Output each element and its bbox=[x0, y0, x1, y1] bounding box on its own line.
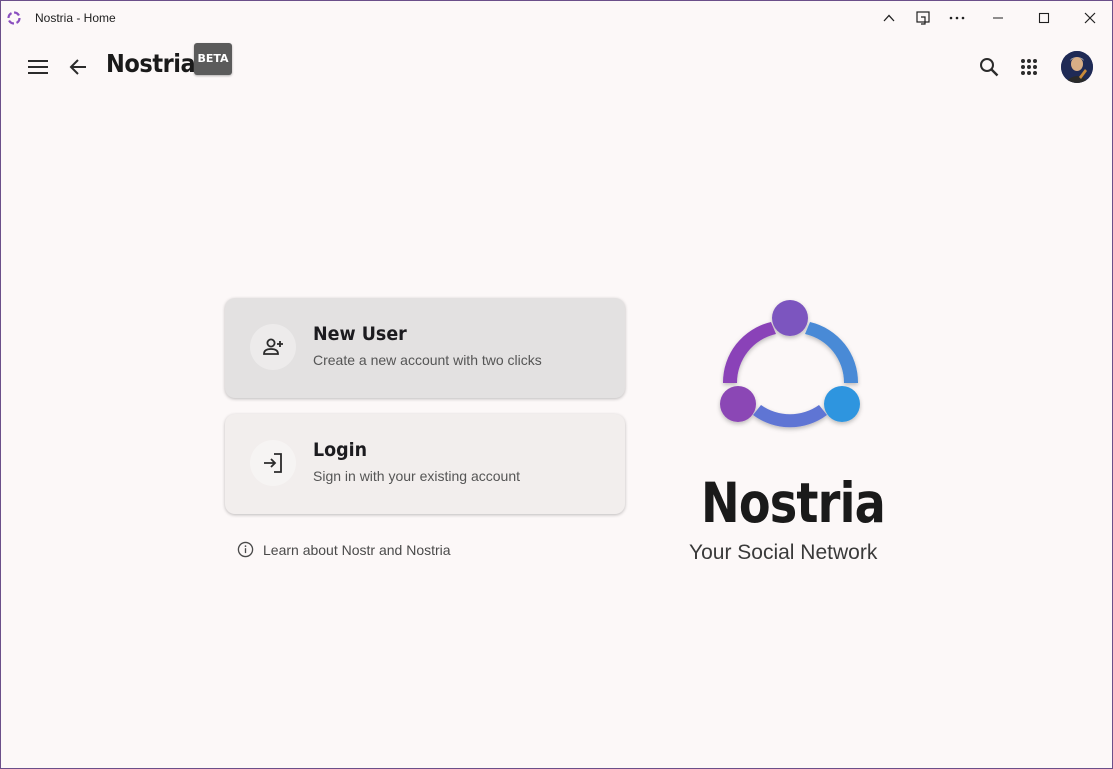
apps-grid-icon[interactable] bbox=[1009, 47, 1049, 87]
person-add-icon bbox=[250, 324, 296, 370]
beta-badge: BETA bbox=[194, 43, 232, 75]
maximize-icon[interactable] bbox=[1021, 1, 1067, 35]
learn-about-link[interactable]: Learn about Nostr and Nostria bbox=[237, 541, 451, 558]
hero-tagline: Your Social Network bbox=[689, 541, 878, 564]
new-user-subtitle: Create a new account with two clicks bbox=[313, 352, 542, 368]
login-card[interactable]: Login Sign in with your existing account bbox=[225, 414, 625, 514]
brand-title[interactable]: Nostria bbox=[106, 49, 196, 78]
back-arrow-icon[interactable] bbox=[58, 47, 98, 87]
app-window: Nostria - Home Nostria BETA New User Cre… bbox=[0, 0, 1113, 769]
window-title: Nostria - Home bbox=[35, 11, 116, 25]
app-icon bbox=[7, 11, 21, 25]
search-icon[interactable] bbox=[969, 47, 1009, 87]
title-bar: Nostria - Home bbox=[1, 1, 1112, 35]
login-title: Login bbox=[313, 439, 368, 461]
hero-brand-name: Nostria bbox=[701, 471, 886, 535]
info-icon bbox=[237, 541, 254, 558]
new-user-title: New User bbox=[313, 323, 407, 345]
more-icon[interactable] bbox=[934, 1, 980, 35]
login-subtitle: Sign in with your existing account bbox=[313, 468, 520, 484]
menu-icon[interactable] bbox=[18, 47, 58, 87]
new-user-card[interactable]: New User Create a new account with two c… bbox=[225, 298, 625, 398]
learn-about-label: Learn about Nostr and Nostria bbox=[263, 541, 451, 558]
close-icon[interactable] bbox=[1067, 1, 1112, 35]
minimize-icon[interactable] bbox=[975, 1, 1021, 35]
login-icon bbox=[250, 440, 296, 486]
nostria-logo bbox=[720, 300, 860, 428]
avatar[interactable] bbox=[1061, 51, 1093, 83]
